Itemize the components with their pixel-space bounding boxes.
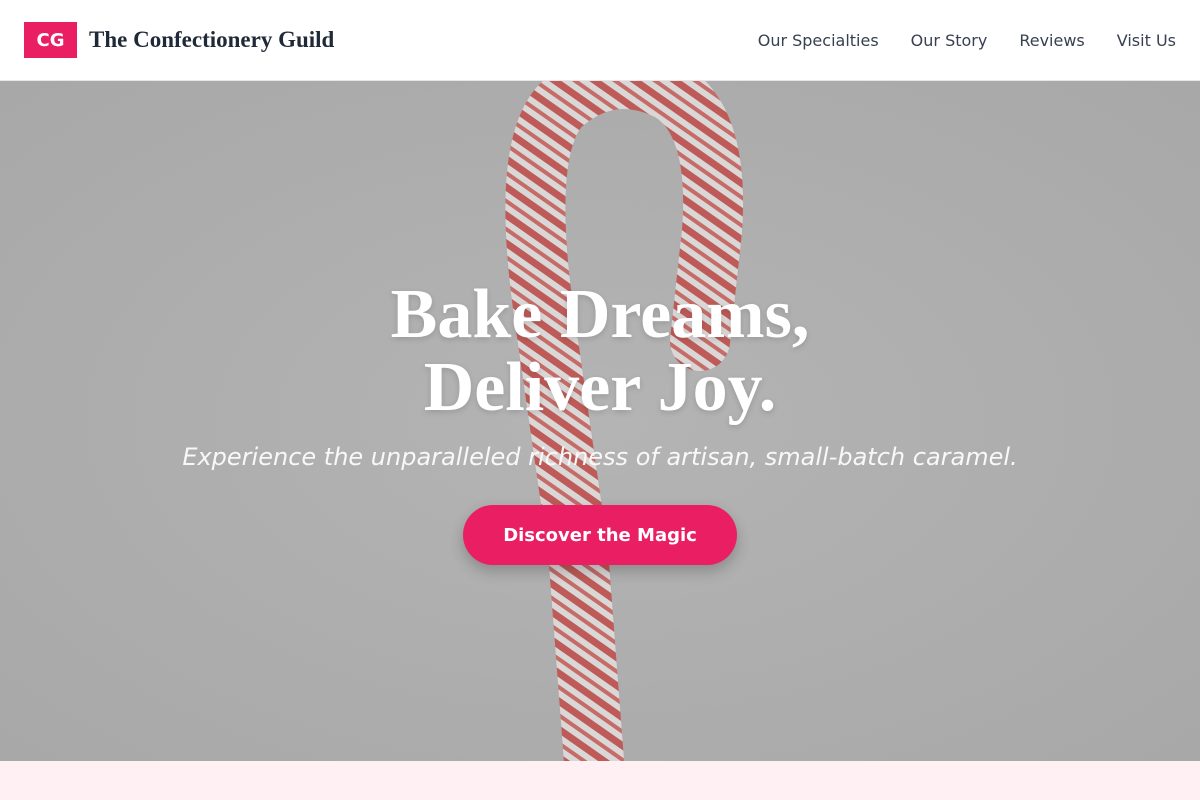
hero-subtitle: Experience the unparalleled richness of …	[182, 443, 1018, 471]
nav-link-specialties[interactable]: Our Specialties	[758, 31, 879, 50]
nav-link-visit[interactable]: Visit Us	[1117, 31, 1176, 50]
discover-magic-button[interactable]: Discover the Magic	[463, 505, 737, 565]
logo-badge[interactable]: CG	[24, 22, 77, 58]
hero-title-line-1: Bake Dreams,	[390, 276, 810, 353]
hero-section: Bake Dreams, Deliver Joy. Experience the…	[0, 81, 1200, 761]
site-header: CG The Confectionery Guild Our Specialti…	[0, 0, 1200, 81]
nav-link-reviews[interactable]: Reviews	[1019, 31, 1084, 50]
hero-title: Bake Dreams, Deliver Joy.	[391, 278, 810, 424]
main-nav: Our Specialties Our Story Reviews Visit …	[726, 31, 1176, 50]
brand-name[interactable]: The Confectionery Guild	[89, 27, 334, 53]
nav-link-story[interactable]: Our Story	[911, 31, 988, 50]
brand[interactable]: CG The Confectionery Guild	[24, 22, 334, 58]
hero-content: Bake Dreams, Deliver Joy. Experience the…	[0, 81, 1200, 761]
hero-title-line-2: Deliver Joy.	[423, 349, 777, 426]
next-section	[0, 761, 1200, 800]
